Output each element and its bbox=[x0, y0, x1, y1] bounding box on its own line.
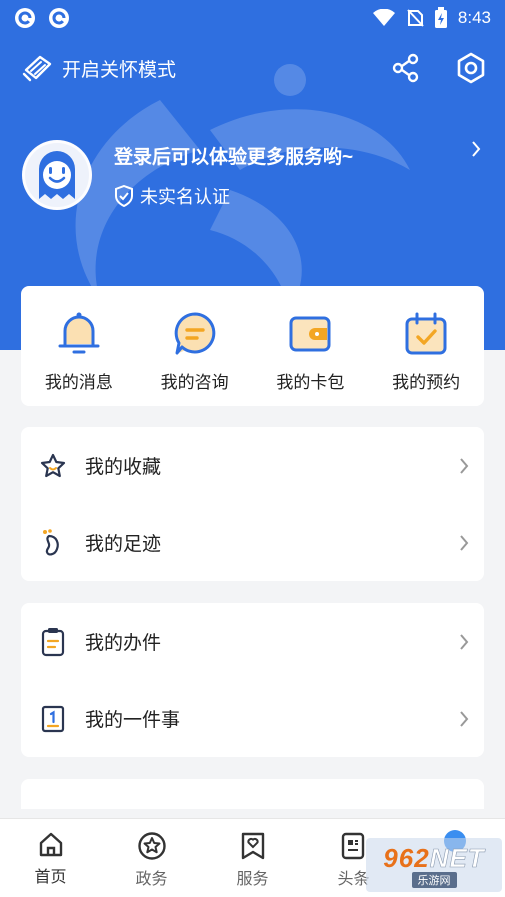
tab-label: 政务 bbox=[135, 871, 168, 888]
tab-label: 首页 bbox=[34, 869, 67, 886]
wifi-icon bbox=[372, 9, 395, 26]
avatar[interactable] bbox=[22, 140, 92, 210]
ghost-avatar-icon bbox=[39, 151, 75, 199]
watermark-logo: 962NET bbox=[383, 842, 485, 874]
status-bar: 8:43 bbox=[0, 0, 505, 36]
status-time: 8:43 bbox=[457, 8, 491, 27]
site-watermark: 962NET 乐游网 bbox=[366, 838, 502, 892]
top-bar: 开启关怀模式 bbox=[0, 46, 505, 90]
list-item-label: 我的收藏 bbox=[85, 457, 162, 478]
watermark-net: NET bbox=[429, 842, 485, 873]
document-icon bbox=[41, 627, 65, 656]
list-item-label: 我的一件事 bbox=[85, 710, 181, 731]
quick-item-label: 我的咨询 bbox=[160, 373, 229, 392]
list-item-my-cases[interactable]: 我的办件 bbox=[21, 603, 484, 680]
list-group-favorites: 我的收藏 我的足迹 bbox=[21, 427, 484, 581]
star-circle-icon bbox=[137, 832, 166, 860]
quick-item-label: 我的消息 bbox=[44, 373, 113, 392]
list-item-one-thing[interactable]: 我的一件事 bbox=[21, 680, 484, 757]
watermark-number: 962 bbox=[383, 842, 430, 873]
home-icon bbox=[39, 832, 62, 857]
care-mode-toggle[interactable]: 开启关怀模式 bbox=[22, 54, 176, 82]
shield-check-icon bbox=[115, 184, 133, 207]
settings-icon[interactable] bbox=[455, 52, 487, 84]
profile-login-entry[interactable]: 登录后可以体验更多服务哟~ 未实名认证 bbox=[22, 138, 488, 212]
list-item-label: 我的办件 bbox=[85, 633, 162, 654]
tab-label: 头条 bbox=[337, 871, 370, 888]
realname-status: 未实名认证 bbox=[114, 183, 353, 209]
care-hand-icon bbox=[22, 55, 52, 82]
chevron-right-icon bbox=[460, 633, 469, 650]
watermark-sub: 乐游网 bbox=[411, 871, 457, 888]
list-group-more bbox=[21, 779, 484, 809]
quick-item-consult[interactable]: 我的咨询 bbox=[137, 286, 253, 406]
quick-item-cards[interactable]: 我的卡包 bbox=[253, 286, 369, 406]
quick-item-label: 我的预约 bbox=[392, 373, 461, 392]
care-mode-label: 开启关怀模式 bbox=[62, 59, 177, 81]
news-icon bbox=[341, 832, 364, 860]
tab-government[interactable]: 政务 bbox=[101, 819, 202, 897]
no-sim-icon bbox=[407, 9, 424, 27]
calendar-check-icon bbox=[405, 312, 447, 355]
quick-item-label: 我的卡包 bbox=[276, 373, 345, 392]
bell-icon bbox=[58, 312, 100, 354]
chevron-right-icon bbox=[472, 141, 481, 157]
notification-icon bbox=[49, 8, 69, 28]
battery-charging-icon bbox=[434, 7, 447, 28]
realname-label: 未实名认证 bbox=[140, 186, 230, 207]
quick-item-messages[interactable]: 我的消息 bbox=[21, 286, 137, 406]
tab-services[interactable]: 服务 bbox=[202, 819, 303, 897]
quick-item-appointments[interactable]: 我的预约 bbox=[368, 286, 484, 406]
notification-icon bbox=[15, 8, 35, 28]
heart-bookmark-icon bbox=[241, 832, 264, 860]
wallet-icon bbox=[289, 316, 331, 352]
login-prompt: 登录后可以体验更多服务哟~ bbox=[114, 146, 354, 168]
tab-label: 服务 bbox=[236, 871, 269, 888]
star-icon bbox=[40, 453, 66, 477]
chevron-right-icon bbox=[460, 457, 469, 474]
list-group-affairs: 我的办件 我的一件事 bbox=[21, 603, 484, 757]
chevron-right-icon bbox=[460, 534, 469, 551]
numbered-doc-icon bbox=[41, 705, 65, 732]
share-icon[interactable] bbox=[391, 53, 421, 83]
list-item-label: 我的足迹 bbox=[85, 534, 162, 555]
chat-bubble-icon bbox=[174, 312, 215, 355]
tab-home[interactable]: 首页 bbox=[0, 819, 101, 897]
list-item-footprints[interactable]: 我的足迹 bbox=[21, 504, 484, 581]
footprint-icon bbox=[43, 528, 59, 555]
list-item-favorites[interactable]: 我的收藏 bbox=[21, 427, 484, 504]
chevron-right-icon bbox=[460, 710, 469, 727]
quick-actions-card: 我的消息 我的咨询 我的卡包 我的预约 bbox=[21, 286, 484, 406]
